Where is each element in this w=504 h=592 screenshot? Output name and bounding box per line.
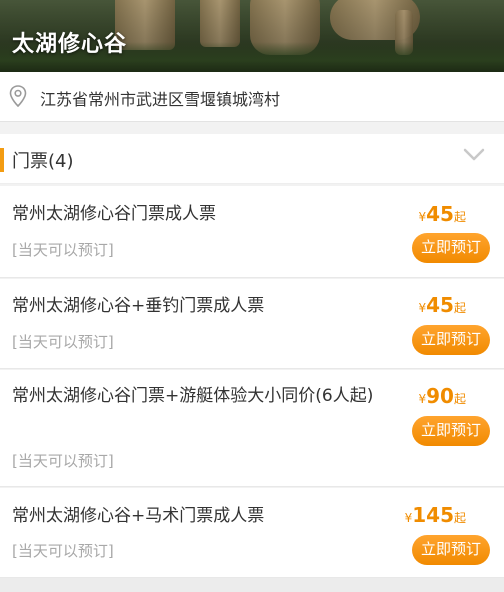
ticket-note: [当天可以预订] xyxy=(12,241,114,259)
section-accent-bar xyxy=(0,148,4,172)
ticket-name: 常州太湖修心谷门票+游艇体验大小同价(6人起) xyxy=(12,386,374,406)
book-now-button[interactable]: 立即预订 xyxy=(412,535,490,565)
bottom-divider xyxy=(0,578,504,592)
book-now-button[interactable]: 立即预订 xyxy=(412,233,490,263)
ticket-item[interactable]: 常州太湖修心谷门票成人票 [当天可以预订] ¥45起 立即预订 xyxy=(0,186,504,278)
ticket-note: [当天可以预订] xyxy=(12,542,114,560)
book-now-button[interactable]: 立即预订 xyxy=(412,416,490,446)
address-text: 江苏省常州市武进区雪堰镇城湾村 xyxy=(40,90,281,109)
ticket-name: 常州太湖修心谷门票成人票 xyxy=(12,204,216,224)
page-title: 太湖修心谷 xyxy=(12,32,128,57)
ticket-price: ¥45起 xyxy=(418,202,467,226)
tickets-title: 门票(4) xyxy=(12,151,74,172)
ticket-item[interactable]: 常州太湖修心谷门票+游艇体验大小同价(6人起) [当天可以预订] ¥90起 立即… xyxy=(0,370,504,487)
ticket-name: 常州太湖修心谷+马术门票成人票 xyxy=(12,506,265,526)
ticket-price: ¥90起 xyxy=(418,384,467,408)
hero-banner: 太湖修心谷 xyxy=(0,0,504,72)
ticket-item[interactable]: 常州太湖修心谷+马术门票成人票 [当天可以预订] ¥145起 立即预订 xyxy=(0,488,504,578)
ticket-note: [当天可以预订] xyxy=(12,333,114,351)
location-pin-icon xyxy=(9,85,27,107)
ticket-note: [当天可以预订] xyxy=(12,452,114,470)
address-bar[interactable]: 江苏省常州市武进区雪堰镇城湾村 xyxy=(0,72,504,122)
ticket-item[interactable]: 常州太湖修心谷+垂钓门票成人票 [当天可以预订] ¥45起 立即预订 xyxy=(0,279,504,369)
ticket-name: 常州太湖修心谷+垂钓门票成人票 xyxy=(12,296,265,316)
chevron-down-icon[interactable] xyxy=(463,148,485,162)
book-now-button[interactable]: 立即预订 xyxy=(412,325,490,355)
ticket-price: ¥145起 xyxy=(404,503,466,527)
tickets-section-header[interactable]: 门票(4) xyxy=(0,134,504,184)
ticket-price: ¥45起 xyxy=(418,293,467,317)
